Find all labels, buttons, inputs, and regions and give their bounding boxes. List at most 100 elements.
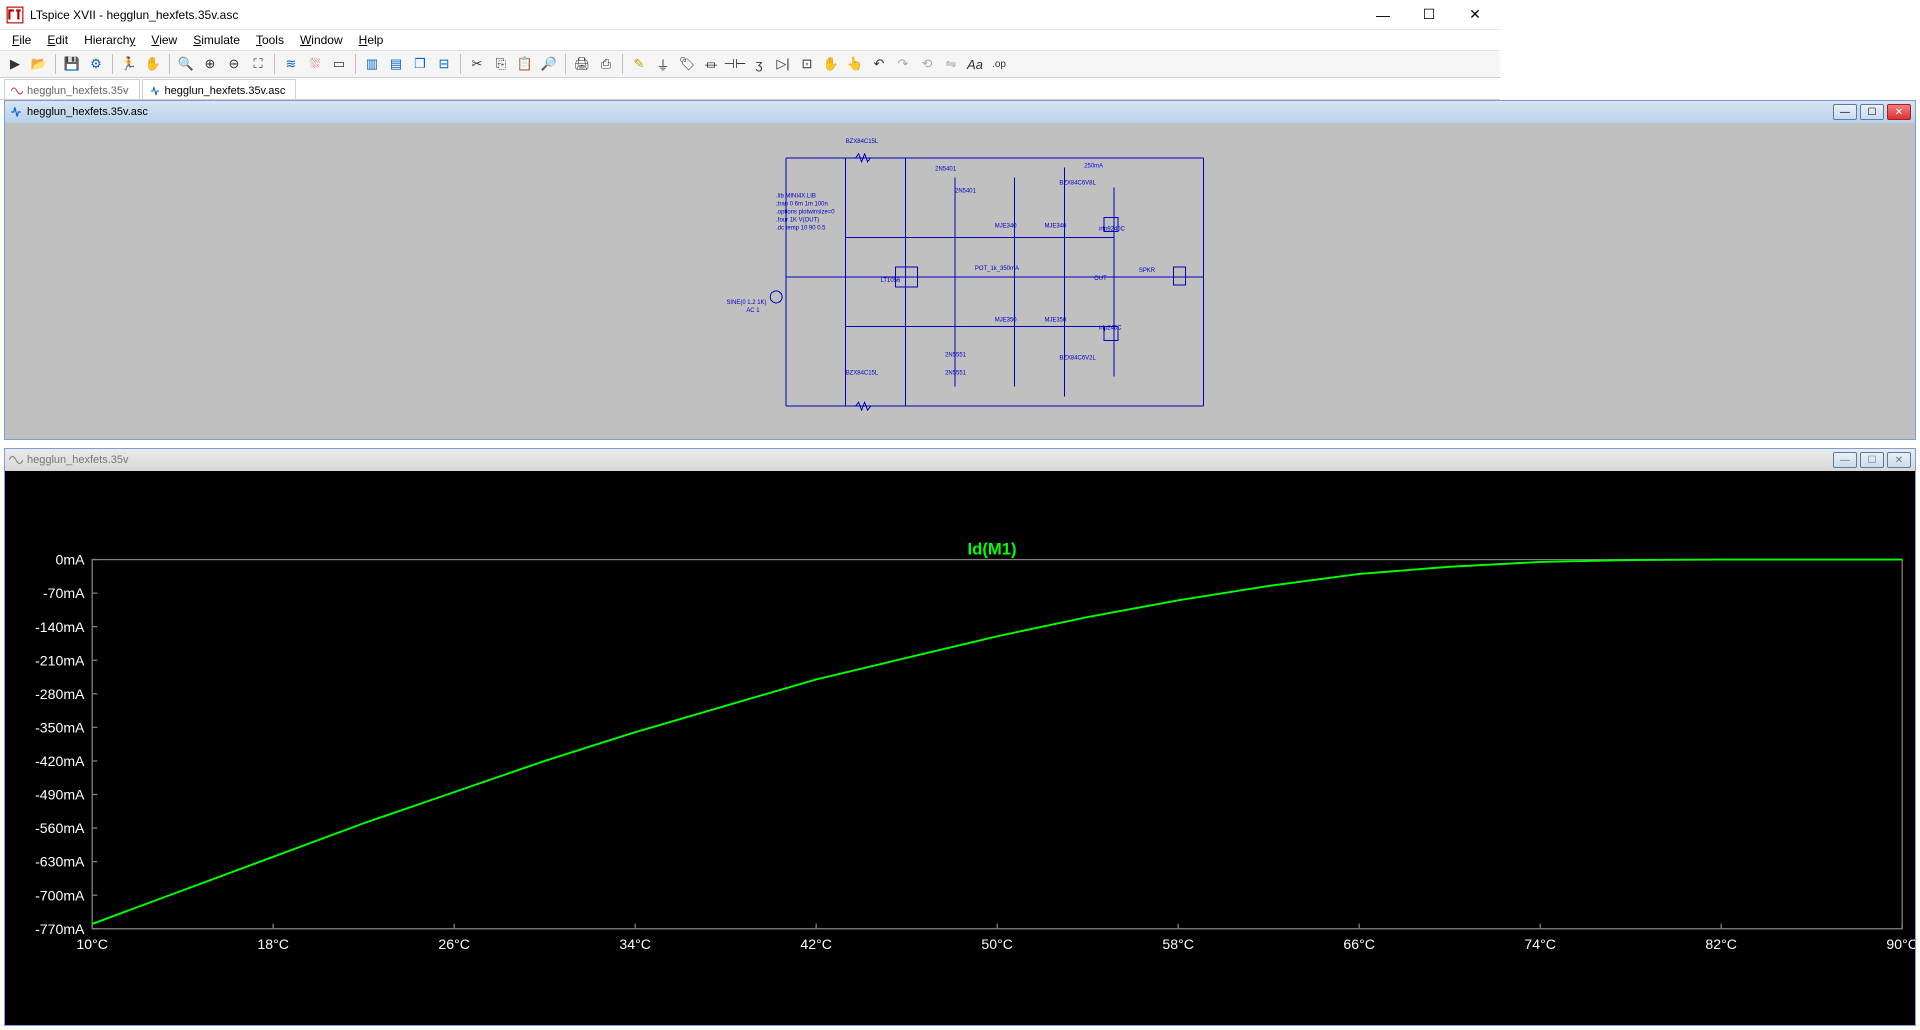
trace-label: Id(M1): [968, 539, 1017, 558]
svg-text:58°C: 58°C: [1162, 936, 1194, 952]
sch-icon: [9, 105, 23, 119]
schematic-canvas[interactable]: .lib MINI4X.LIB ;tran 0 6m 1m 100n .opti…: [5, 123, 1915, 439]
tb-move[interactable]: ✋: [820, 53, 842, 75]
spice-directive: ;tran 0 6m 1m 100n: [776, 201, 828, 207]
mdi-workspace: hegglun_hexfets.35v.asc — ☐ ✕: [4, 100, 1916, 1026]
svg-text:0mA: 0mA: [55, 552, 85, 568]
schematic-window[interactable]: hegglun_hexfets.35v.asc — ☐ ✕: [4, 100, 1916, 440]
menu-hierarchy[interactable]: Hierarchy: [76, 31, 143, 49]
tb-paste[interactable]: 📋: [514, 53, 536, 75]
svg-text:2N5551: 2N5551: [945, 370, 967, 376]
waveform-title: hegglun_hexfets.35v: [27, 454, 1830, 466]
menu-file[interactable]: File: [4, 31, 39, 49]
tb-printsetup[interactable]: ⎙: [595, 53, 617, 75]
svg-text:2N5551: 2N5551: [945, 353, 967, 359]
svg-text:90°C: 90°C: [1886, 936, 1915, 952]
tb-resistor[interactable]: ⏛: [700, 53, 722, 75]
source-ac: AC 1: [746, 308, 760, 314]
tb-select[interactable]: ▭: [328, 53, 350, 75]
tb-control[interactable]: ⚙: [85, 53, 107, 75]
tab-schematic[interactable]: hegglun_hexfets.35v.asc: [142, 79, 297, 99]
mdi-minimize[interactable]: —: [1833, 104, 1857, 120]
tb-halt[interactable]: ✋: [142, 53, 164, 75]
svg-text:BZX84C15L: BZX84C15L: [846, 139, 879, 145]
tb-text[interactable]: Aa: [964, 53, 986, 75]
menu-view[interactable]: View: [143, 31, 185, 49]
menubar: File Edit Hierarchy View Simulate Tools …: [0, 30, 1500, 50]
tb-inductor[interactable]: ʒ: [748, 53, 770, 75]
minimize-button[interactable]: —: [1360, 0, 1406, 30]
menu-tools[interactable]: Tools: [248, 31, 292, 49]
tb-zoom-in[interactable]: 🔍: [175, 53, 197, 75]
mdi-minimize[interactable]: —: [1833, 452, 1857, 468]
tb-drag[interactable]: 👆: [844, 53, 866, 75]
waveform-window[interactable]: hegglun_hexfets.35v — ☐ ✕ 0mA-70mA-140mA…: [4, 448, 1916, 1026]
sch-icon: [149, 85, 161, 97]
tb-component[interactable]: ⊡: [796, 53, 818, 75]
tb-label[interactable]: 🏷: [676, 53, 698, 75]
schematic-titlebar[interactable]: hegglun_hexfets.35v.asc — ☐ ✕: [5, 101, 1915, 123]
tab-label: hegglun_hexfets.35v.asc: [165, 85, 286, 97]
mdi-maximize[interactable]: ☐: [1860, 104, 1884, 120]
tb-cascade[interactable]: ❐: [409, 53, 431, 75]
menu-edit[interactable]: Edit: [39, 31, 76, 49]
wave-icon: [9, 453, 23, 467]
svg-text:-280mA: -280mA: [35, 686, 85, 702]
mdi-close[interactable]: ✕: [1887, 452, 1911, 468]
tb-mirror[interactable]: ⇋: [940, 53, 962, 75]
tb-zoom-out[interactable]: ⊖: [223, 53, 245, 75]
svg-text:OUT: OUT: [1094, 276, 1107, 282]
tb-cut[interactable]: ✂: [466, 53, 488, 75]
waveform-titlebar[interactable]: hegglun_hexfets.35v — ☐ ✕: [5, 449, 1915, 471]
tb-run[interactable]: ▶: [4, 53, 26, 75]
tb-find[interactable]: 🔎: [538, 53, 560, 75]
svg-text:irfp9240C: irfp9240C: [1099, 226, 1126, 232]
tb-save[interactable]: 💾: [61, 53, 83, 75]
toolbar: ▶ 📂 💾 ⚙ 🏃 ✋ 🔍 ⊕ ⊖ ⛶ ≋ ⛆ ▭ ▥ ▤ ❐ ⊟ ✂ ⎘ 📋 …: [0, 50, 1500, 78]
svg-text:BZX84C6V2L: BZX84C6V2L: [1059, 356, 1096, 362]
menu-simulate[interactable]: Simulate: [185, 31, 248, 49]
tb-closeall[interactable]: ⊟: [433, 53, 455, 75]
tb-redo[interactable]: ↷: [892, 53, 914, 75]
ltspice-icon: [6, 6, 24, 24]
mdi-close[interactable]: ✕: [1887, 104, 1911, 120]
svg-text:-770mA: -770mA: [35, 921, 85, 937]
tb-diode[interactable]: ▷|: [772, 53, 794, 75]
svg-text:MJE350: MJE350: [995, 318, 1018, 324]
svg-text:10°C: 10°C: [76, 936, 107, 952]
tb-undo[interactable]: ↶: [868, 53, 890, 75]
tb-run-sim[interactable]: 🏃: [118, 53, 140, 75]
tb-rotate[interactable]: ⟲: [916, 53, 938, 75]
close-button[interactable]: ✕: [1452, 0, 1498, 30]
tb-tile-v[interactable]: ▤: [385, 53, 407, 75]
spice-directive: .lib MINI4X.LIB: [776, 194, 816, 200]
svg-text:66°C: 66°C: [1343, 936, 1374, 952]
mdi-maximize[interactable]: ☐: [1860, 452, 1884, 468]
tb-zoom-fit[interactable]: ⛶: [247, 53, 269, 75]
tb-pan[interactable]: ⊕: [199, 53, 221, 75]
menu-help[interactable]: Help: [351, 31, 392, 49]
svg-text:BZX84C15L: BZX84C15L: [846, 370, 879, 376]
plot-canvas[interactable]: 0mA-70mA-140mA-210mA-280mA-350mA-420mA-4…: [5, 471, 1915, 1025]
svg-text:74°C: 74°C: [1524, 936, 1556, 952]
svg-text:34°C: 34°C: [619, 936, 651, 952]
maximize-button[interactable]: ☐: [1406, 0, 1452, 30]
tb-capacitor[interactable]: ⊣⊢: [724, 53, 746, 75]
tb-wire[interactable]: ✎: [628, 53, 650, 75]
tab-waveform[interactable]: hegglun_hexfets.35v: [4, 79, 140, 99]
tb-spice-directive[interactable]: .op: [988, 53, 1010, 75]
tb-tile-h[interactable]: ▥: [361, 53, 383, 75]
tb-autorange[interactable]: ≋: [280, 53, 302, 75]
svg-text:-630mA: -630mA: [35, 854, 85, 870]
menu-window[interactable]: Window: [292, 31, 351, 49]
tab-label: hegglun_hexfets.35v: [27, 85, 129, 97]
tb-copy[interactable]: ⎘: [490, 53, 512, 75]
tb-ground[interactable]: ⏚: [652, 53, 674, 75]
tb-open[interactable]: 📂: [28, 53, 50, 75]
tb-print[interactable]: 🖨: [571, 53, 593, 75]
svg-text:POT_1k_350mA: POT_1k_350mA: [975, 266, 1019, 272]
svg-text:-70mA: -70mA: [43, 585, 85, 601]
tb-pick[interactable]: ⛆: [304, 53, 326, 75]
spice-directive: .dc temp 10 90 0.5: [776, 225, 826, 231]
schematic-title: hegglun_hexfets.35v.asc: [27, 106, 1830, 118]
